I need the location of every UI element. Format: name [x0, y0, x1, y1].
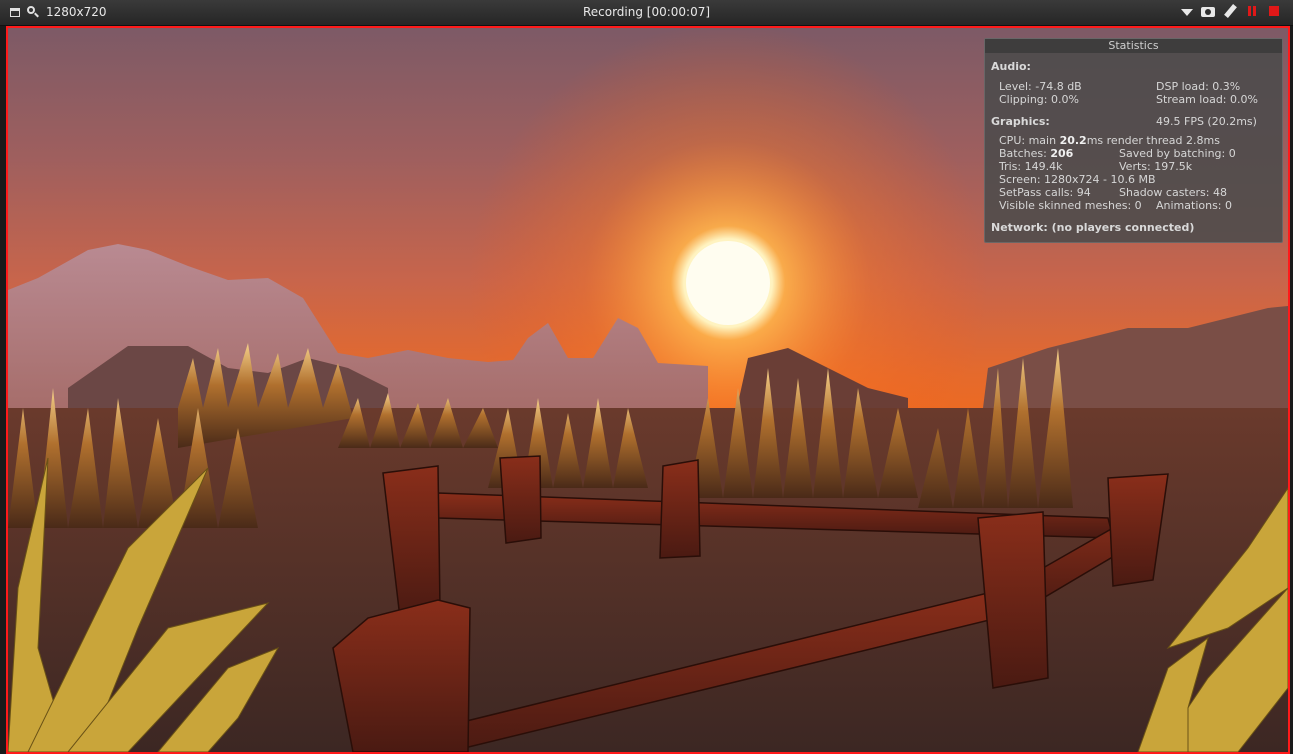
- verts: Verts: 197.5k: [1119, 160, 1193, 173]
- screen-info: Screen: 1280x724 - 10.6 MB: [999, 173, 1156, 186]
- camera-icon[interactable]: [1201, 4, 1215, 18]
- pause-icon[interactable]: [1245, 4, 1259, 18]
- network-status: Network: (no players connected): [991, 221, 1195, 234]
- audio-section-label: Audio:: [991, 60, 1031, 73]
- visible-skinned-meshes: Visible skinned meshes: 0: [999, 199, 1142, 212]
- toolbar-right: [1181, 4, 1281, 18]
- statistics-panel: Statistics Audio: Level: -74.8 dB DSP lo…: [984, 38, 1283, 243]
- cpu-stats: CPU: main 20.2ms render thread 2.8ms: [999, 134, 1220, 147]
- game-view-toolbar: 1280x720 Recording [00:00:07]: [0, 0, 1293, 26]
- pen-icon[interactable]: [1223, 4, 1237, 18]
- dropdown-icon[interactable]: [1181, 9, 1193, 16]
- animations: Animations: 0: [1156, 199, 1233, 212]
- game-viewport[interactable]: Statistics Audio: Level: -74.8 dB DSP lo…: [6, 26, 1290, 754]
- sun: [686, 241, 770, 325]
- tris: Tris: 149.4k: [999, 160, 1063, 173]
- fps: 49.5 FPS (20.2ms): [1156, 115, 1257, 128]
- batches-value: 206: [1050, 147, 1074, 160]
- cpu-main-value: 20.2: [1059, 134, 1087, 147]
- shadow-casters: Shadow casters: 48: [1119, 186, 1227, 199]
- saved-by-batching: Saved by batching: 0: [1119, 147, 1236, 160]
- audio-level: Level: -74.8 dB: [999, 80, 1082, 93]
- stream-load: Stream load: 0.0%: [1156, 93, 1258, 106]
- statistics-title: Statistics: [985, 39, 1282, 53]
- clipping: Clipping: 0.0%: [999, 93, 1079, 106]
- recording-status: Recording [00:00:07]: [582, 5, 711, 19]
- batches: Batches: 206: [999, 147, 1074, 160]
- dsp-load: DSP load: 0.3%: [1156, 80, 1241, 93]
- graphics-section-label: Graphics:: [991, 115, 1050, 128]
- stop-icon[interactable]: [1267, 4, 1281, 18]
- setpass-calls: SetPass calls: 94: [999, 186, 1091, 199]
